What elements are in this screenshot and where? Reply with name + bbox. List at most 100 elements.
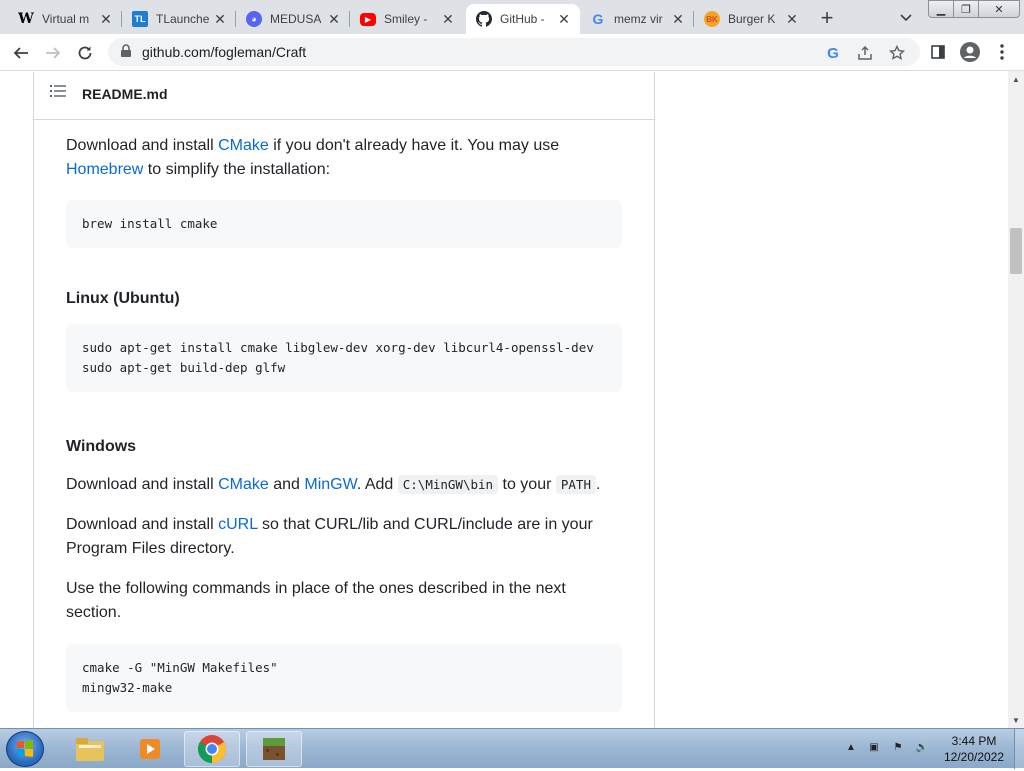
text: Download and install xyxy=(66,476,219,493)
minecraft-grass-block-icon xyxy=(263,738,285,760)
volume-icon[interactable]: 🔊 xyxy=(914,739,930,755)
windows-taskbar: ▲ ▣ ⚑ 🔊 3:44 PM 12/20/2022 xyxy=(0,728,1024,769)
tab-title: GitHub - xyxy=(500,12,545,26)
close-window-button[interactable]: ✕ xyxy=(978,0,1020,18)
tab-title: Burger K xyxy=(728,12,776,26)
close-icon[interactable]: ✕ xyxy=(440,11,456,27)
share-icon[interactable] xyxy=(855,43,875,63)
vertical-scrollbar[interactable]: ▲ ▼ xyxy=(1008,71,1024,728)
text: and xyxy=(268,476,305,493)
close-icon[interactable]: ✕ xyxy=(326,11,342,27)
scroll-up-arrow-icon[interactable]: ▲ xyxy=(1008,71,1024,87)
close-icon[interactable]: ✕ xyxy=(98,11,114,27)
taskbar-chrome[interactable] xyxy=(184,731,240,767)
close-icon[interactable]: ✕ xyxy=(670,11,686,27)
arrow-right-icon xyxy=(46,47,61,59)
text: . Add xyxy=(356,476,398,493)
system-clock[interactable]: 3:44 PM 12/20/2022 xyxy=(936,733,1012,765)
mingw-link[interactable]: MinGW xyxy=(304,476,356,493)
linux-heading: Linux (Ubuntu) xyxy=(66,290,180,307)
outline-list-icon[interactable] xyxy=(50,84,66,103)
device-icon[interactable]: ▣ xyxy=(866,739,882,755)
readme-panel: README.md Download and install CMake if … xyxy=(33,72,655,728)
start-button[interactable] xyxy=(6,731,44,767)
close-icon[interactable]: ✕ xyxy=(556,11,572,27)
show-desktop-button[interactable] xyxy=(1014,729,1024,769)
taskbar-media-player[interactable] xyxy=(122,731,178,767)
reload-button[interactable] xyxy=(72,40,98,66)
youtube-icon: ▶ xyxy=(360,12,376,26)
close-icon[interactable]: ✕ xyxy=(212,11,228,27)
google-icon: G xyxy=(592,11,604,27)
curl-link[interactable]: cURL xyxy=(218,516,257,533)
text: if you don't already have it. You may us… xyxy=(268,137,560,154)
bookmark-star-icon[interactable] xyxy=(887,43,907,63)
minimize-button[interactable]: ▁ xyxy=(928,0,954,18)
side-panel-button[interactable] xyxy=(928,42,948,62)
windows-heading: Windows xyxy=(66,438,137,455)
cmake-link[interactable]: CMake xyxy=(218,137,269,154)
text: to your xyxy=(498,476,556,493)
url-text[interactable]: github.com/fogleman/Craft xyxy=(142,44,306,60)
media-player-icon xyxy=(140,739,160,759)
show-hidden-icons-icon[interactable]: ▲ xyxy=(843,739,859,755)
tab-search-button[interactable] xyxy=(896,8,916,28)
homebrew-link[interactable]: Homebrew xyxy=(66,161,143,178)
more-vertical-icon xyxy=(1000,44,1004,60)
taskbar-minecraft[interactable] xyxy=(246,731,302,767)
tab-smiley[interactable]: ▶ Smiley - ✕ xyxy=(350,4,464,34)
text: Download and install xyxy=(66,137,219,154)
network-warning-icon[interactable]: ⚑ xyxy=(890,739,906,755)
burger-king-icon: BK xyxy=(704,11,720,27)
inline-code-path: PATH xyxy=(555,475,596,494)
new-tab-button[interactable]: + xyxy=(815,5,839,30)
code-block-windows[interactable]: cmake -G "MinGW Makefiles" mingw32-make xyxy=(66,644,622,712)
page-content: README.md Download and install CMake if … xyxy=(0,72,1008,728)
windows-paragraph-2: Download and install cURL so that CURL/l… xyxy=(66,513,622,561)
mac-install-paragraph: Download and install CMake if you don't … xyxy=(66,134,622,182)
reload-icon xyxy=(78,46,92,60)
readme-file-name: README.md xyxy=(82,85,168,102)
windows-paragraph-1: Download and install CMake and MinGW. Ad… xyxy=(66,473,622,497)
arrow-left-icon xyxy=(13,47,28,59)
tab-medusa[interactable]: ◕ MEDUSA ✕ xyxy=(236,4,350,34)
windows-paragraph-3: Use the following commands in place of t… xyxy=(66,580,566,621)
text: to simplify the installation: xyxy=(143,161,331,178)
tab-strip: W Virtual m ✕ TL TLaunche ✕ ◕ MEDUSA ✕ ▶… xyxy=(0,0,1024,34)
scroll-down-arrow-icon[interactable]: ▼ xyxy=(1008,712,1024,728)
tab-virtual-machine[interactable]: W Virtual m ✕ xyxy=(8,4,122,34)
google-lens-icon[interactable]: G xyxy=(823,43,843,63)
lock-icon[interactable] xyxy=(120,44,132,63)
tab-title: memz vir xyxy=(614,12,663,26)
scrollbar-thumb[interactable] xyxy=(1010,228,1022,274)
tab-title: MEDUSA xyxy=(270,12,322,26)
cmake-link[interactable]: CMake xyxy=(218,476,269,493)
code-block-brew[interactable]: brew install cmake xyxy=(66,200,622,248)
inline-code-mingw-path: C:\MinGW\bin xyxy=(397,475,499,494)
windows-logo-icon xyxy=(17,740,33,757)
profile-button[interactable] xyxy=(960,42,980,62)
readme-header: README.md xyxy=(34,72,654,120)
tab-title: Smiley - xyxy=(384,12,428,26)
restore-button[interactable]: ❐ xyxy=(953,0,979,18)
code-block-linux[interactable]: sudo apt-get install cmake libglew-dev x… xyxy=(66,324,622,392)
tab-github[interactable]: GitHub - ✕ xyxy=(466,4,580,34)
taskbar-file-explorer[interactable] xyxy=(62,731,118,767)
forward-button[interactable] xyxy=(40,40,66,66)
tab-tlauncher[interactable]: TL TLaunche ✕ xyxy=(122,4,236,34)
address-bar[interactable]: github.com/fogleman/Craft G xyxy=(108,38,920,66)
folder-icon xyxy=(76,738,104,761)
tab-burger-king[interactable]: BK Burger K ✕ xyxy=(694,4,808,34)
browser-toolbar: github.com/fogleman/Craft G xyxy=(0,34,1024,71)
chrome-icon xyxy=(198,735,226,763)
text: Download and install xyxy=(66,516,219,533)
tab-memz[interactable]: G memz vir ✕ xyxy=(580,4,694,34)
clock-date: 12/20/2022 xyxy=(943,750,1005,764)
menu-button[interactable] xyxy=(992,42,1012,62)
chevron-down-icon xyxy=(900,14,912,22)
wikipedia-icon: W xyxy=(18,11,34,27)
close-icon[interactable]: ✕ xyxy=(784,11,800,27)
tlauncher-icon: TL xyxy=(132,11,148,27)
back-button[interactable] xyxy=(8,40,34,66)
text: . xyxy=(595,476,601,493)
